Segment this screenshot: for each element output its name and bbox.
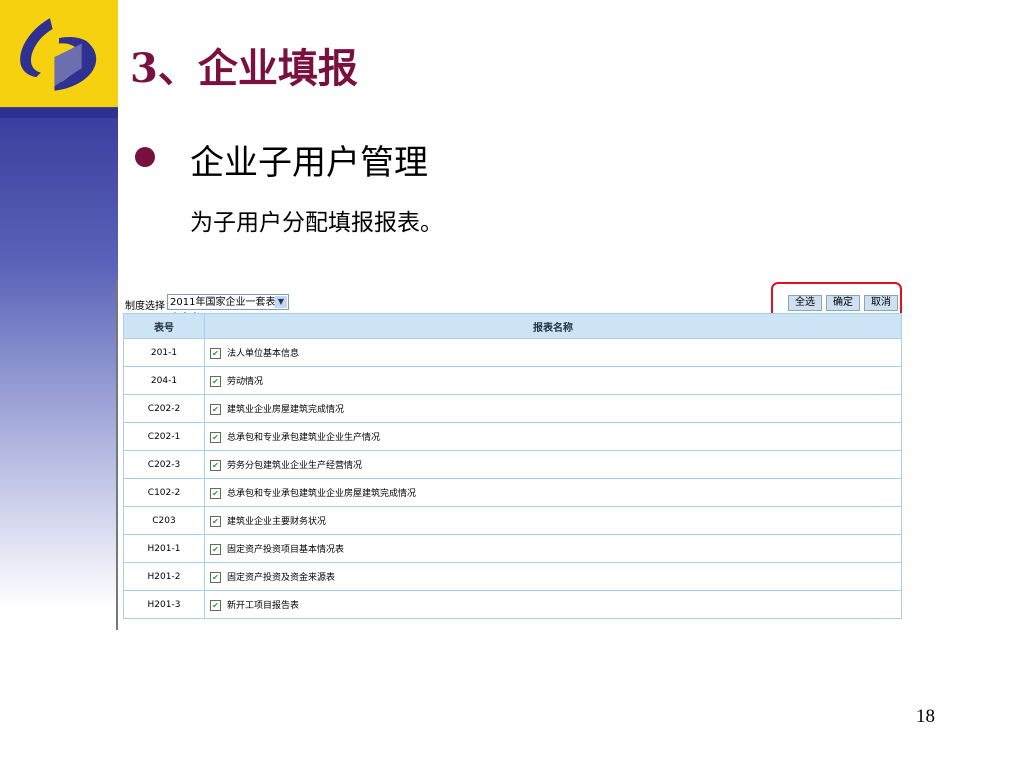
report-code: 201-1 (123, 338, 205, 367)
report-code: C203 (123, 506, 205, 535)
select-all-button[interactable]: 全选 (788, 295, 822, 311)
chevron-down-icon[interactable]: ▼ (275, 296, 287, 308)
report-table: 表号 报表名称 201-1 ✔ 法人单位基本信息 204-1 ✔ 劳动情况 C202-2 ✔ 建… (123, 313, 902, 619)
table-row: C102-2 ✔ 总承包和专业承包建筑业企业房屋建筑完成情况 (123, 478, 902, 507)
report-checkbox[interactable]: ✔ (210, 516, 221, 527)
report-checkbox[interactable]: ✔ (210, 348, 221, 359)
divider (116, 280, 118, 630)
report-code: H201-2 (123, 562, 205, 591)
slide-title: 3、企业填报 (130, 45, 358, 92)
subtitle: 为子用户分配填报报表。 (190, 210, 443, 236)
report-name: 建筑业企业主要财务状况 (227, 517, 327, 527)
report-checkbox[interactable]: ✔ (210, 572, 221, 583)
report-checkbox[interactable]: ✔ (210, 488, 221, 499)
logo-emblem-icon (0, 18, 118, 118)
header-code: 表号 (123, 313, 205, 339)
page-number: 18 (916, 706, 935, 727)
report-code: C202-2 (123, 394, 205, 423)
report-name: 劳动情况 (227, 377, 264, 387)
report-name: 固定资产投资及资金来源表 (227, 573, 336, 583)
report-name: 法人单位基本信息 (227, 349, 300, 359)
report-checkbox[interactable]: ✔ (210, 544, 221, 555)
report-code: H201-3 (123, 590, 205, 619)
cancel-button[interactable]: 取消 (864, 295, 898, 311)
report-code: C102-2 (123, 478, 205, 507)
report-name: 建筑业企业房屋建筑完成情况 (227, 405, 345, 415)
report-checkbox[interactable]: ✔ (210, 432, 221, 443)
report-checkbox[interactable]: ✔ (210, 376, 221, 387)
table-row: C202-3 ✔ 劳务分包建筑业企业生产经营情况 (123, 450, 902, 479)
report-name: 固定资产投资项目基本情况表 (227, 545, 345, 555)
table-row: C202-1 ✔ 总承包和专业承包建筑业企业生产情况 (123, 422, 902, 451)
table-row: 201-1 ✔ 法人单位基本信息 (123, 338, 902, 367)
header-name: 报表名称 (204, 313, 902, 339)
report-code: 204-1 (123, 366, 205, 395)
table-row: C202-2 ✔ 建筑业企业房屋建筑完成情况 (123, 394, 902, 423)
bullet-icon (135, 147, 155, 167)
report-name: 总承包和专业承包建筑业企业生产情况 (227, 433, 381, 443)
report-name: 总承包和专业承包建筑业企业房屋建筑完成情况 (227, 489, 417, 499)
report-code: C202-3 (123, 450, 205, 479)
scheme-select[interactable]: 2011年国家企业一套表试点方案▼ (167, 294, 289, 324)
report-checkbox[interactable]: ✔ (210, 460, 221, 471)
confirm-button[interactable]: 确定 (826, 295, 860, 311)
table-row: 204-1 ✔ 劳动情况 (123, 366, 902, 395)
table-row: C203 ✔ 建筑业企业主要财务状况 (123, 506, 902, 535)
heading: 企业子用户管理 (190, 143, 428, 183)
table-row: H201-2 ✔ 固定资产投资及资金来源表 (123, 562, 902, 591)
logo (0, 0, 118, 118)
report-code: C202-1 (123, 422, 205, 451)
report-checkbox[interactable]: ✔ (210, 404, 221, 415)
report-name: 新开工项目报告表 (227, 601, 300, 611)
table-row: H201-3 ✔ 新开工项目报告表 (123, 590, 902, 619)
sidebar-decoration (0, 118, 118, 608)
report-code: H201-1 (123, 534, 205, 563)
report-checkbox[interactable]: ✔ (210, 600, 221, 611)
report-name: 劳务分包建筑业企业生产经营情况 (227, 461, 363, 471)
table-row: H201-1 ✔ 固定资产投资项目基本情况表 (123, 534, 902, 563)
